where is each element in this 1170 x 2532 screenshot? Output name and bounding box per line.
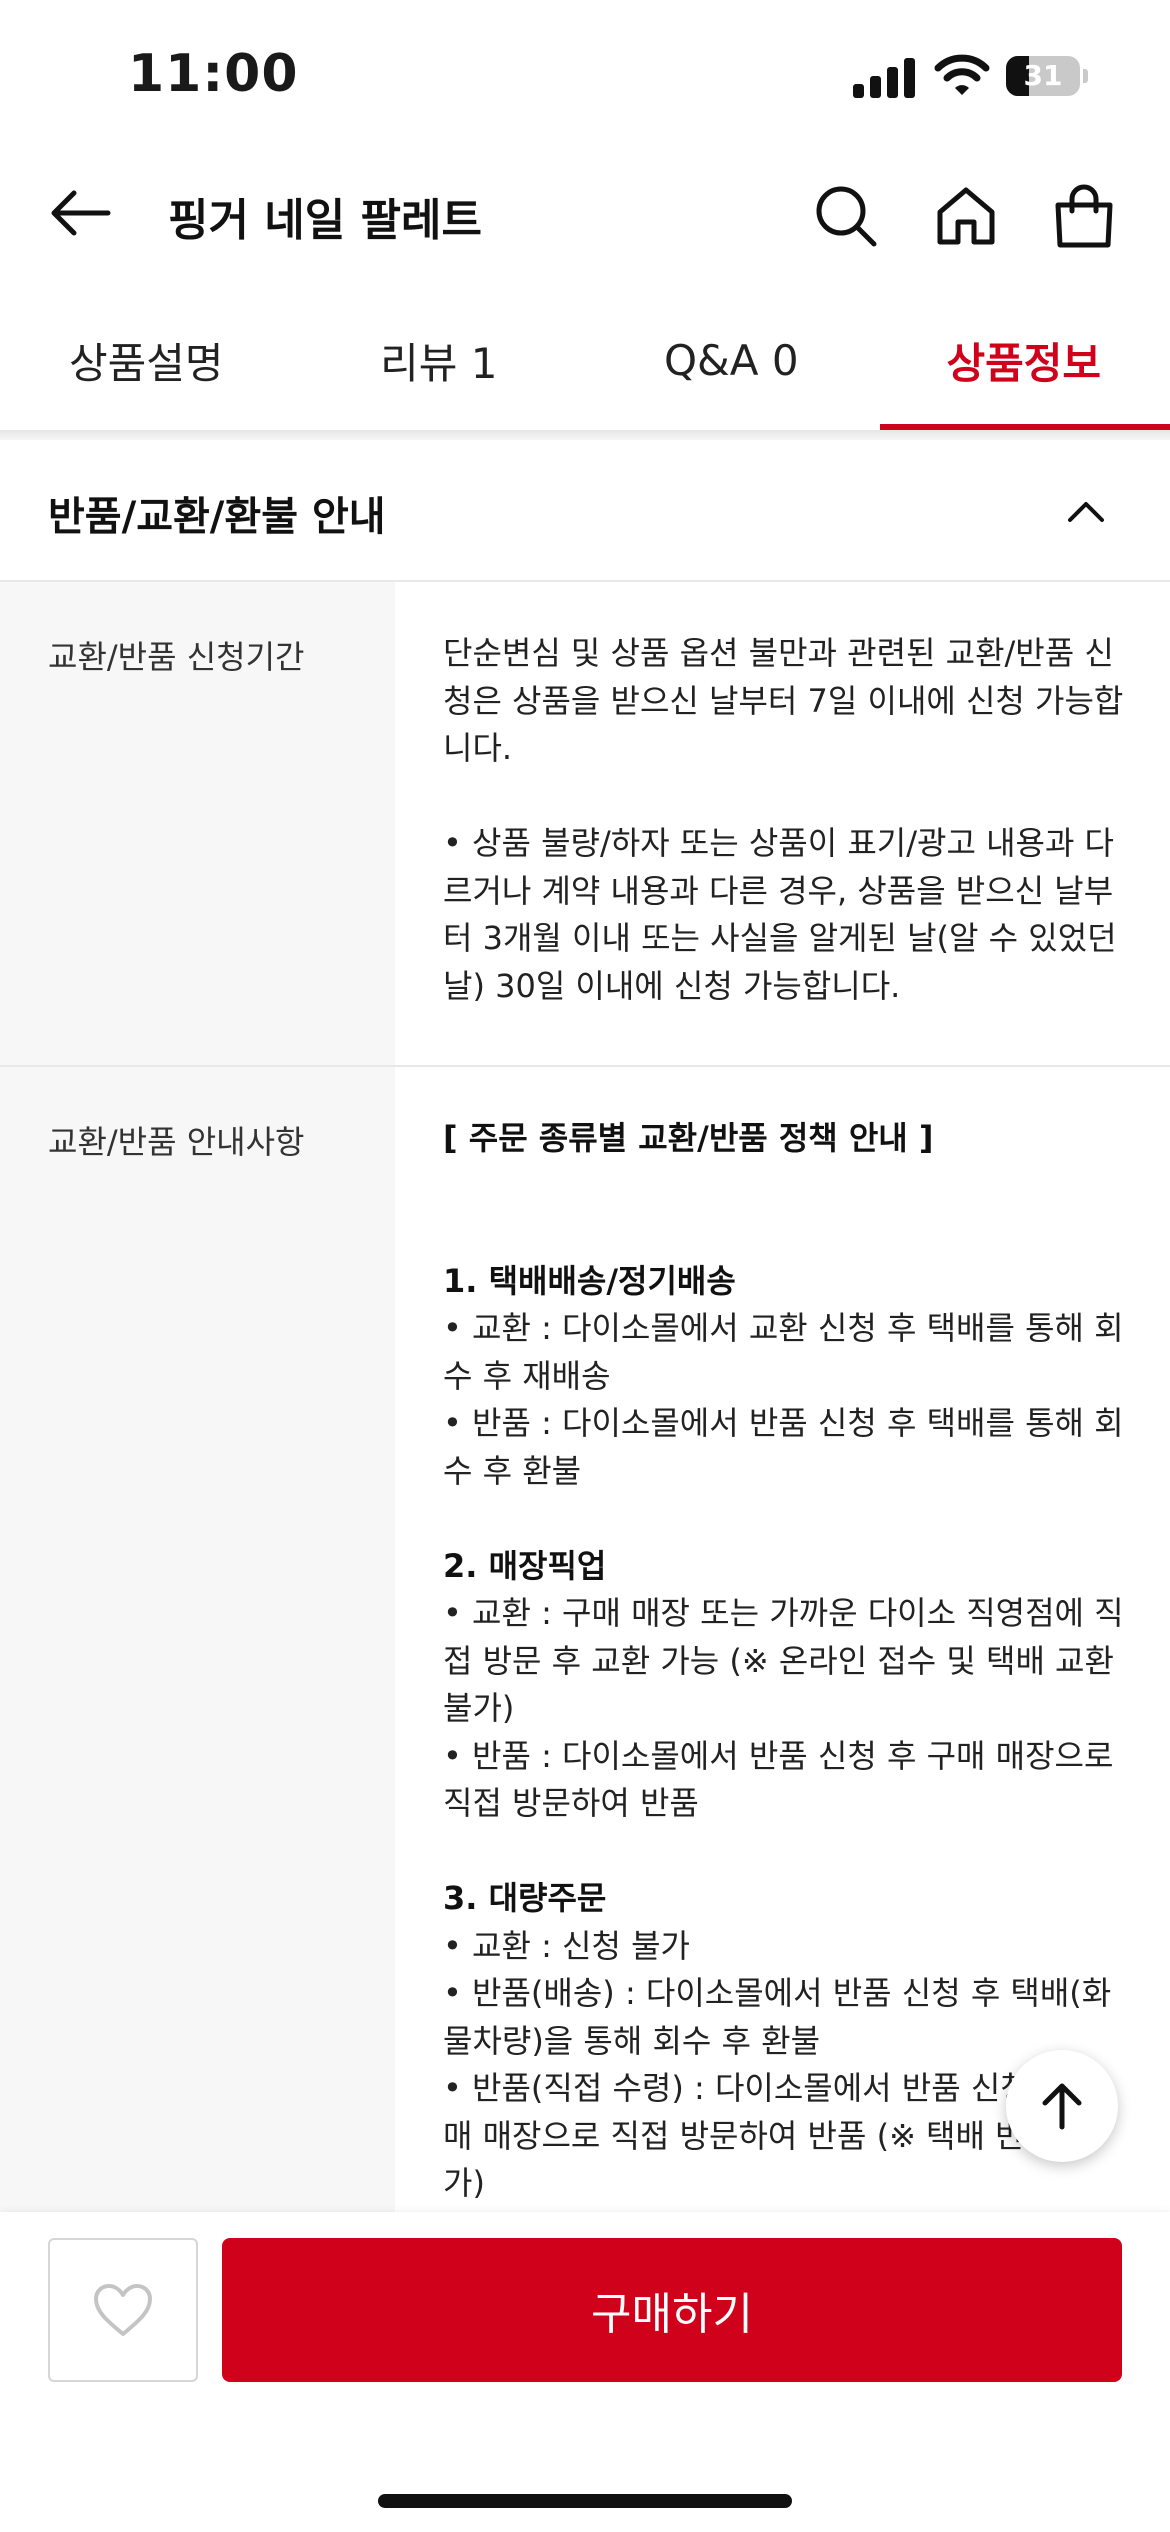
status-time: 11:00 (128, 44, 299, 104)
info-row-return-guide: 교환/반품 안내사항 [ 주문 종류별 교환/반품 정책 안내 ] 1. 택배배… (0, 1067, 1170, 2250)
battery-icon: 31 (1006, 56, 1088, 96)
tab-qna[interactable]: Q&A 0 (585, 290, 878, 430)
policy-heading-pickup: 2. 매장픽업 (443, 1546, 607, 1585)
home-indicator (378, 2494, 792, 2508)
search-button[interactable] (808, 178, 884, 254)
chevron-up-icon (1068, 502, 1104, 522)
policy-heading-bulk: 3. 대량주문 (443, 1879, 607, 1917)
scroll-to-top-button[interactable] (1006, 2050, 1118, 2162)
heart-icon (94, 2284, 152, 2336)
tab-product-info[interactable]: 상품정보 (878, 290, 1170, 430)
info-label: 교환/반품 안내사항 (0, 1067, 395, 2217)
home-icon (937, 187, 995, 245)
page-title: 핑거 네일 팔레트 (168, 195, 482, 246)
buy-button[interactable]: 구매하기 (222, 2238, 1122, 2382)
home-button[interactable] (928, 178, 1004, 254)
tab-description[interactable]: 상품설명 (0, 290, 293, 430)
info-value: 단순변심 및 상품 옵션 불만과 관련된 교환/반품 신청은 상품을 받으신 날… (443, 634, 1124, 1005)
cart-button[interactable] (1046, 178, 1122, 254)
collapse-button[interactable] (1058, 484, 1114, 540)
policy-heading-delivery: 1. 택배배송/정기배송 (443, 1261, 736, 1300)
section-header[interactable]: 반품/교환/환불 안내 (0, 440, 1170, 582)
back-button[interactable] (40, 178, 120, 248)
tab-reviews[interactable]: 리뷰 1 (293, 290, 586, 430)
info-row-return-period: 교환/반품 신청기간 단순변심 및 상품 옵션 불만과 관련된 교환/반품 신청… (0, 582, 1170, 1067)
search-icon (816, 186, 877, 247)
battery-level: 31 (1023, 59, 1063, 92)
section-title: 반품/교환/환불 안내 (48, 494, 386, 540)
policy-body-pickup: • 교환 : 구매 매장 또는 가까운 다이소 직영점에 직접 방문 후 교환 … (443, 1594, 1124, 1822)
wifi-icon (934, 52, 990, 98)
info-label: 교환/반품 신청기간 (0, 582, 395, 1065)
back-arrow-icon (51, 190, 111, 236)
app-header: 핑거 네일 팔레트 (0, 150, 1170, 275)
product-info-page: 11:00 31 핑거 네일 팔레트 상품설명 리뷰 1 Q&A 0 상품정보 … (0, 0, 1170, 2532)
bottom-action-bar: 구매하기 (0, 2212, 1170, 2532)
tabs-divider (0, 430, 1170, 440)
product-tabs: 상품설명 리뷰 1 Q&A 0 상품정보 (0, 290, 1170, 430)
shopping-bag-icon (1055, 184, 1113, 248)
status-bar: 11:00 31 (0, 0, 1170, 150)
policy-intro: [ 주문 종류별 교환/반품 정책 안내 ] (443, 1119, 934, 1157)
info-value: [ 주문 종류별 교환/반품 정책 안내 ] 1. 택배배송/정기배송 • 교환 … (395, 1067, 1170, 2250)
arrow-up-icon (1042, 2083, 1082, 2130)
policy-body-delivery: • 교환 : 다이소몰에서 교환 신청 후 택배를 통해 회수 후 재배송 • … (443, 1309, 1124, 1490)
wishlist-button[interactable] (48, 2238, 198, 2382)
signal-icon (853, 58, 915, 98)
